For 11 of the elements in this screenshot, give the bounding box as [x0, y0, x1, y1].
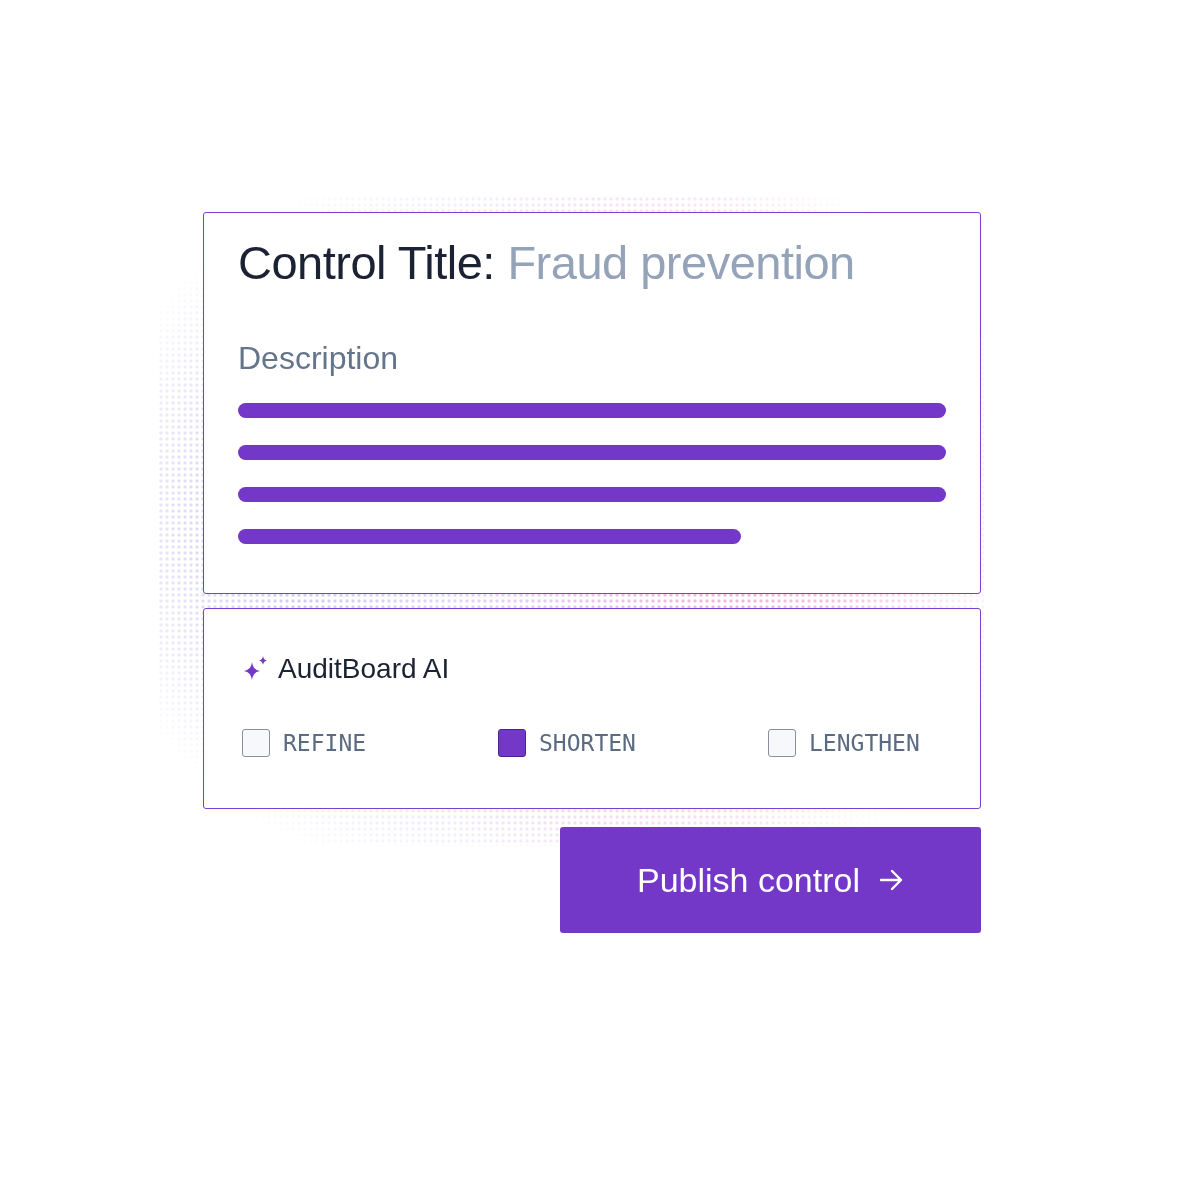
arrow-right-icon: [878, 867, 904, 893]
checkbox[interactable]: [498, 729, 526, 757]
control-title: Control Title: Fraud prevention: [238, 235, 856, 290]
checkbox[interactable]: [768, 729, 796, 757]
option-label: REFINE: [283, 730, 367, 756]
option-label: SHORTEN: [539, 730, 636, 756]
description-label: Description: [238, 340, 400, 377]
checkbox[interactable]: [242, 729, 270, 757]
publish-button[interactable]: Publish control: [560, 827, 981, 933]
option-label: LENGTHEN: [809, 730, 920, 756]
ai-panel-title: AuditBoard AI: [278, 653, 450, 685]
